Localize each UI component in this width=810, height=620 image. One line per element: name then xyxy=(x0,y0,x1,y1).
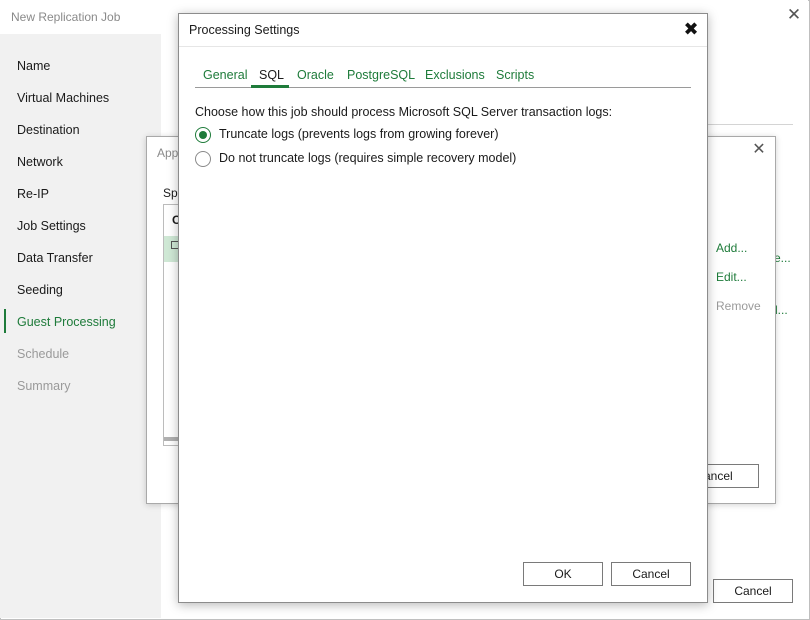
dialog-title: App xyxy=(157,146,179,160)
content-divider xyxy=(707,124,793,125)
sidebar-active-indicator xyxy=(4,309,6,333)
sidebar-item-destination[interactable]: Destination xyxy=(17,123,80,137)
tab-exclusions[interactable]: Exclusions xyxy=(425,68,485,82)
title-divider xyxy=(179,46,707,47)
radio-checked-icon[interactable] xyxy=(195,127,211,143)
tab-scripts[interactable]: Scripts xyxy=(496,68,534,82)
edit-button[interactable]: Edit... xyxy=(716,270,747,284)
remove-button: Remove xyxy=(716,299,761,313)
button-label: ancel xyxy=(704,469,733,483)
sidebar-item-guest-processing[interactable]: Guest Processing xyxy=(17,315,116,329)
option-label: Truncate logs (prevents logs from growin… xyxy=(219,127,499,141)
sidebar-item-virtual-machines[interactable]: Virtual Machines xyxy=(17,91,109,105)
sidebar-item-name[interactable]: Name xyxy=(17,59,50,73)
sidebar-item-schedule: Schedule xyxy=(17,347,70,361)
cancel-button[interactable]: Cancel xyxy=(611,562,691,586)
add-button[interactable]: Add... xyxy=(716,241,747,255)
radio-unchecked-icon[interactable] xyxy=(195,151,211,167)
sidebar-item-summary: Summary xyxy=(17,379,71,393)
main-window-title: New Replication Job xyxy=(11,10,121,24)
dialog-close-icon[interactable]: ✕ xyxy=(750,141,768,159)
option-label: Do not truncate logs (requires simple re… xyxy=(219,151,517,165)
close-icon[interactable]: ✖ xyxy=(682,19,700,39)
active-tab-indicator xyxy=(251,85,289,88)
tab-oracle[interactable]: Oracle xyxy=(297,68,334,82)
sidebar-item-network[interactable]: Network xyxy=(17,155,63,169)
tab-sql[interactable]: SQL xyxy=(259,68,284,82)
sql-log-prompt: Choose how this job should process Micro… xyxy=(195,105,613,119)
ok-button[interactable]: OK xyxy=(523,562,603,586)
tab-general[interactable]: General xyxy=(203,68,247,82)
sidebar-item-data-transfer[interactable]: Data Transfer xyxy=(17,251,93,265)
sidebar-item-re-ip[interactable]: Re-IP xyxy=(17,187,49,201)
sidebar-item-job-settings[interactable]: Job Settings xyxy=(17,219,86,233)
tab-postgresql[interactable]: PostgreSQL xyxy=(347,68,415,82)
processing-settings-dialog xyxy=(178,13,708,603)
sidebar-item-seeding[interactable]: Seeding xyxy=(17,283,63,297)
dialog-title: Processing Settings xyxy=(189,23,300,37)
wizard-cancel-button[interactable]: Cancel xyxy=(713,579,793,603)
main-close-icon[interactable]: ✕ xyxy=(786,6,802,24)
